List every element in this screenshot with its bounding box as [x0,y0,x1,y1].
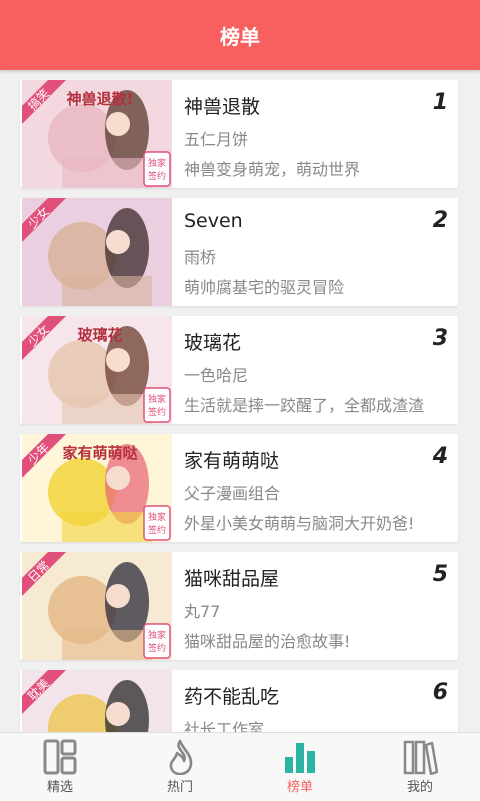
cover-art: 少女 玻璃花独家签约 [22,316,172,424]
tab-mine[interactable]: 我的 [360,733,480,801]
svg-text:签约: 签约 [148,170,166,182]
comic-author: 社长工作室 [184,720,265,732]
comic-author: 丸77 [184,602,221,621]
comic-description: 外星小美女萌萌与脑洞大开奶爸! [184,514,415,533]
ranking-list[interactable]: 搞笑 神兽退散! 独家 签约 神兽退散 五仁月饼 神兽变身萌宠，萌动世界 1 少女 S… [0,70,480,732]
comic-cover[interactable]: 少年 家有萌萌哒 独家 签约 [22,434,172,542]
cover-art: 耽美 [22,670,172,732]
comic-author: 雨桥 [184,248,217,267]
comic-description: 生活就是摔一跤醒了，全都成渣渣 [184,396,425,415]
svg-text:签约: 签约 [148,524,166,536]
bar-chart-icon [282,739,318,779]
cover-art: 搞笑 神兽退散!独家签约 [22,80,172,188]
exclusive-badge: 独家签约 [143,151,171,187]
cover-title: 家有萌萌哒 [62,444,138,462]
comic-description: 神兽变身萌宠，萌动世界 [184,160,361,179]
rank-number: 6 [432,680,448,705]
rank-number: 2 [432,208,448,233]
cover-art: 少年 家有萌萌哒独家签约 [22,434,172,542]
exclusive-badge: 独家签约 [143,505,171,541]
cover-art: 日常独家签约 [22,552,172,660]
list-item[interactable]: 耽美 药不能乱吃 社长工作室 6 [20,670,458,732]
tab-ranking[interactable]: 榜单 [240,733,360,801]
rank-number: 3 [432,326,448,351]
cover-art: 少女 [22,198,172,306]
grid-icon [42,739,78,779]
comic-author: 五仁月饼 [184,130,249,149]
rank-number: 5 [432,562,448,587]
tab-featured[interactable]: 精选 [0,733,120,801]
svg-text:签约: 签约 [148,642,166,654]
bottom-tab-bar: 精选 热门 榜单 我的 [0,732,480,801]
comic-title: 神兽退散 [184,96,261,118]
top-bar: 榜单 [0,0,480,70]
comic-author: 父子漫画组合 [184,484,281,503]
comic-cover[interactable]: 少女 玻璃花 独家 签约 [22,316,172,424]
list-item[interactable]: 搞笑 神兽退散! 独家 签约 神兽退散 五仁月饼 神兽变身萌宠，萌动世界 1 [20,80,458,188]
comic-title: Seven [184,210,243,232]
svg-text:独家: 独家 [148,629,166,641]
list-item[interactable]: 少女 Seven 雨桥 萌帅腐基宅的驱灵冒险 2 [20,198,458,306]
comic-cover[interactable]: 日常 独家 签约 [22,552,172,660]
svg-text:签约: 签约 [148,406,166,418]
list-item[interactable]: 少年 家有萌萌哒 独家 签约 家有萌萌哒 父子漫画组合 外星小美女萌萌与脑洞大开奶爸!… [20,434,458,542]
comic-title: 猫咪甜品屋 [184,568,280,590]
tab-hot[interactable]: 热门 [120,733,240,801]
rank-number: 4 [432,444,448,469]
list-item[interactable]: 少女 玻璃花 独家 签约 玻璃花 一色哈尼 生活就是摔一跤醒了，全都成渣渣 3 [20,316,458,424]
bookshelf-icon [402,739,439,779]
exclusive-badge: 独家签约 [143,387,171,423]
comic-cover[interactable]: 少女 [22,198,172,306]
svg-text:独家: 独家 [148,511,166,523]
svg-text:独家: 独家 [148,393,166,405]
comic-cover[interactable]: 搞笑 神兽退散! 独家 签约 [22,80,172,188]
comic-cover[interactable]: 耽美 [22,670,172,732]
comic-description: 萌帅腐基宅的驱灵冒险 [184,278,345,297]
page-title: 榜单 [220,24,260,49]
comic-title: 家有萌萌哒 [184,450,280,472]
svg-text:独家: 独家 [148,157,166,169]
cover-title: 玻璃花 [77,326,122,344]
comic-title: 药不能乱吃 [184,686,280,708]
rank-number: 1 [432,90,448,115]
exclusive-badge: 独家签约 [143,623,171,659]
comic-author: 一色哈尼 [184,366,249,385]
list-item[interactable]: 日常 独家 签约 猫咪甜品屋 丸77 猫咪甜品屋的治愈故事! 5 [20,552,458,660]
comic-description: 猫咪甜品屋的治愈故事! [184,632,351,651]
cover-title: 神兽退散! [67,90,134,108]
comic-title: 玻璃花 [184,332,242,354]
flame-icon [162,739,198,779]
